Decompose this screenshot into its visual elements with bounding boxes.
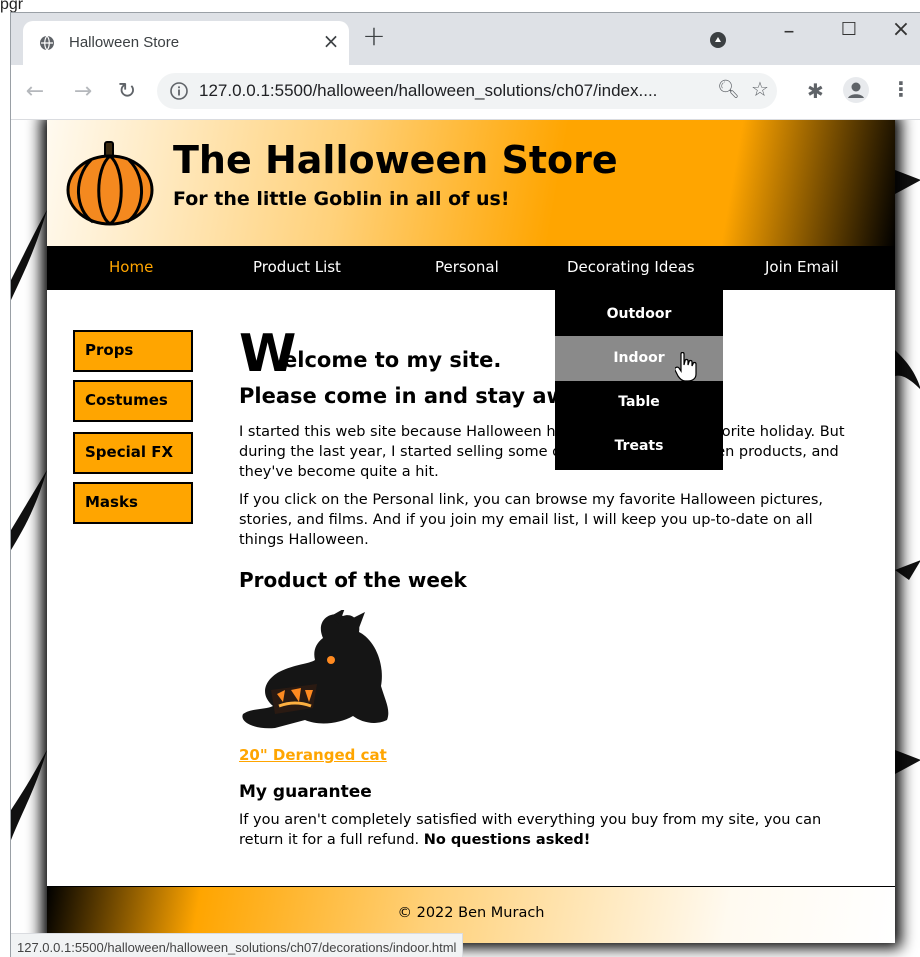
close-icon[interactable]: × — [319, 29, 343, 53]
dropdown-item-table[interactable]: Table — [555, 380, 723, 425]
back-arrow-icon[interactable]: ← — [23, 79, 47, 104]
globe-icon — [40, 35, 54, 51]
status-bar: 127.0.0.1:5500/halloween/halloween_solut… — [11, 933, 464, 957]
puzzle-icon[interactable]: ✱ — [807, 79, 824, 103]
deranged-cat-image[interactable] — [235, 610, 403, 738]
sidebar-masks-button[interactable]: Masks — [73, 482, 193, 524]
nav-decorating-ideas[interactable]: Decorating Ideas — [567, 258, 695, 276]
guarantee-paragraph: If you aren't completely satisfied with … — [239, 810, 855, 850]
footer-copyright: © 2022 Ben Murach — [397, 905, 545, 921]
sidebar-item-label: Special FX — [85, 443, 174, 461]
site-title: The Halloween Store — [173, 138, 618, 182]
tab-bar: Halloween Store × + – ☐ × — [11, 13, 920, 65]
forward-arrow-icon[interactable]: → — [71, 79, 95, 104]
decorating-ideas-dropdown: Outdoor Indoor Table Treats — [555, 290, 723, 470]
bat-pattern-right — [895, 170, 920, 774]
address-bar[interactable]: 127.0.0.1:5500/halloween/halloween_solut… — [157, 73, 777, 109]
intro-paragraph: I started this web site because Hallowee… — [239, 424, 845, 480]
guarantee-heading: My guarantee — [239, 782, 372, 802]
browser-window: Halloween Store × + – ☐ × ← → ↻ 127.0.0.… — [10, 12, 920, 957]
dropdown-item-outdoor[interactable]: Outdoor — [555, 292, 723, 337]
browser-toolbar: ← → ↻ 127.0.0.1:5500/halloween/halloween… — [11, 65, 920, 120]
star-icon[interactable]: ☆ — [751, 77, 769, 101]
minimize-button[interactable]: – — [771, 19, 807, 44]
profile-icon[interactable] — [843, 77, 869, 103]
product-of-week-heading: Product of the week — [239, 568, 467, 592]
dropdown-item-indoor[interactable]: Indoor — [555, 336, 723, 381]
kebab-menu-icon[interactable]: ⋮ — [891, 77, 911, 101]
tab-title: Halloween Store — [69, 34, 180, 51]
zoom-icon[interactable]: 🔍︎ — [717, 79, 740, 100]
guarantee-bold-text: No questions asked! — [423, 832, 591, 848]
sidebar-item-label: Props — [85, 341, 134, 359]
bat-pattern-left — [11, 210, 47, 840]
nav-personal[interactable]: Personal — [435, 258, 499, 276]
sidebar-props-button[interactable]: Props — [73, 330, 193, 372]
sidebar-costumes-button[interactable]: Costumes — [73, 380, 193, 422]
welcome-heading: elcome to my site. — [283, 348, 502, 372]
sidebar-item-label: Costumes — [85, 391, 168, 409]
main-nav: Home Product List Personal Decorating Id… — [47, 246, 895, 290]
browser-tab[interactable]: Halloween Store × — [23, 21, 349, 65]
new-tab-button[interactable]: + — [359, 19, 389, 52]
sidebar-special-fx-button[interactable]: Special FX — [73, 432, 193, 474]
window-close-button[interactable]: × — [883, 17, 919, 42]
store-page: The Halloween Store For the little Gobli… — [47, 120, 895, 943]
url-text: 127.0.0.1:5500/halloween/halloween_solut… — [199, 81, 658, 100]
dropdown-item-treats[interactable]: Treats — [555, 424, 723, 469]
status-url: 127.0.0.1:5500/halloween/halloween_solut… — [17, 940, 457, 955]
product-link[interactable]: 20" Deranged cat — [239, 746, 387, 764]
pumpkin-logo — [66, 141, 154, 226]
nav-product-list[interactable]: Product List — [253, 258, 341, 276]
site-tagline: For the little Goblin in all of us! — [173, 188, 510, 210]
site-header: The Halloween Store For the little Gobli… — [47, 120, 895, 246]
info-icon[interactable] — [169, 81, 189, 101]
reload-icon[interactable]: ↻ — [115, 79, 139, 104]
page-viewport: The Halloween Store For the little Gobli… — [11, 120, 920, 957]
page-top-strip: pgr — [0, 0, 920, 13]
nav-home[interactable]: Home — [109, 258, 153, 276]
personal-paragraph: If you click on the Personal link, you c… — [239, 492, 823, 548]
media-icon[interactable] — [709, 31, 727, 49]
sidebar-item-label: Masks — [85, 493, 138, 511]
hand-cursor-icon — [675, 352, 697, 382]
maximize-button[interactable]: ☐ — [831, 19, 867, 40]
nav-join-email[interactable]: Join Email — [765, 258, 839, 276]
